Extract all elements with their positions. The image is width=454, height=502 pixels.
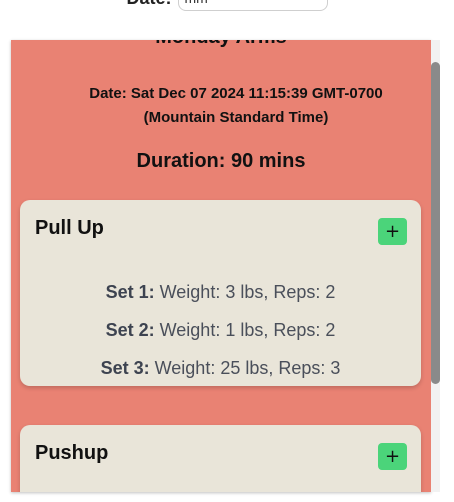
date-filter-label: Date: [126, 0, 171, 9]
scrollbar-track[interactable] [431, 40, 440, 492]
exercise-name: Pushup [35, 442, 109, 464]
exercise-card: Pull Up + Set 1: Weight: 3 lbs, Reps: 2 … [20, 200, 421, 386]
date-filter: Date: [0, 0, 454, 12]
workout-date: Date: Sat Dec 07 2024 11:15:39 GMT-0700 … [41, 82, 431, 130]
set-label: Set 1: [105, 282, 155, 302]
set-detail: Weight: 25 lbs, Reps: 3 [149, 358, 341, 378]
workout-title: Monday Arms [11, 40, 431, 49]
page: Date: Monday Arms Date: Sat Dec 07 2024 … [0, 0, 454, 502]
exercise-card: Pushup + [20, 425, 421, 492]
add-set-button[interactable]: + [378, 443, 407, 470]
set-list: Set 1: Weight: 3 lbs, Reps: 2 Set 2: Wei… [20, 273, 421, 387]
set-row: Set 1: Weight: 3 lbs, Reps: 2 [20, 273, 421, 311]
set-row: Set 2: Weight: 1 lbs, Reps: 2 [20, 311, 421, 349]
plus-icon: + [384, 446, 401, 467]
add-set-button[interactable]: + [378, 218, 407, 245]
date-filter-input[interactable] [177, 0, 328, 11]
workout-panel[interactable]: Monday Arms Date: Sat Dec 07 2024 11:15:… [11, 40, 431, 492]
plus-icon: + [384, 221, 401, 242]
exercise-name: Pull Up [35, 217, 104, 239]
workout-timezone-line: (Mountain Standard Time) [143, 109, 329, 126]
workout-date-line: Date: Sat Dec 07 2024 11:15:39 GMT-0700 [89, 85, 383, 102]
set-detail: Weight: 3 lbs, Reps: 2 [154, 282, 336, 302]
set-label: Set 2: [105, 320, 155, 340]
set-detail: Weight: 1 lbs, Reps: 2 [154, 320, 336, 340]
set-label: Set 3: [100, 358, 150, 378]
scrollbar-thumb[interactable] [431, 62, 440, 384]
workout-duration: Duration: 90 mins [136, 150, 306, 172]
set-row: Set 3: Weight: 25 lbs, Reps: 3 [20, 349, 421, 387]
